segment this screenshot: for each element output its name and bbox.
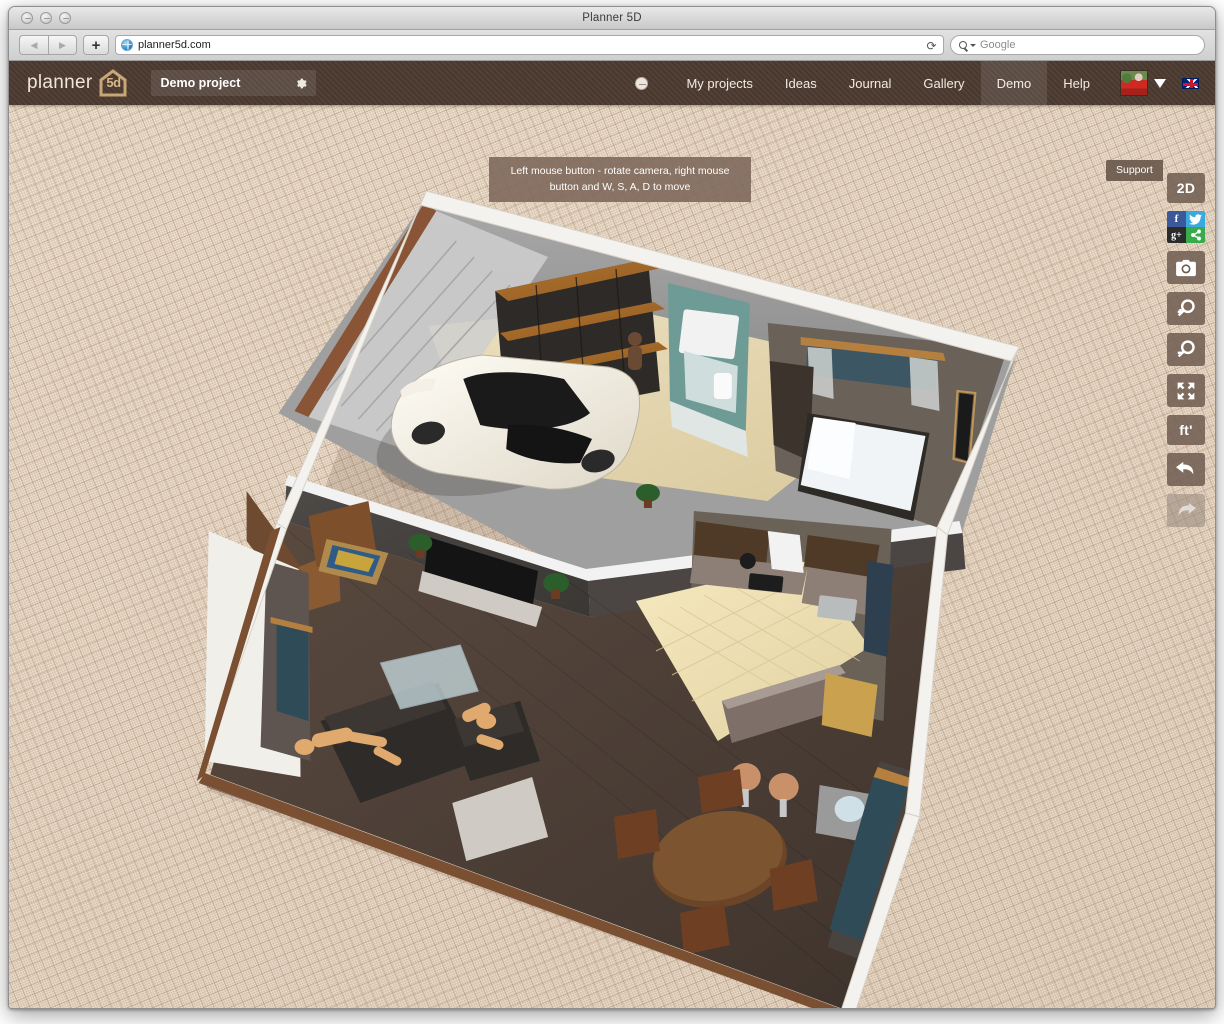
units-label: ft' xyxy=(1179,422,1193,438)
reload-icon[interactable]: ⟳ xyxy=(924,38,939,53)
window-controls xyxy=(21,12,71,24)
close-window-button[interactable] xyxy=(21,12,33,24)
account-bubble-icon[interactable] xyxy=(635,77,648,90)
dining-chair xyxy=(614,809,660,859)
nav-item-my-projects[interactable]: My projects xyxy=(670,61,768,105)
app-header: planner 5d Demo project My projects Idea… xyxy=(9,61,1215,105)
living-window xyxy=(277,621,309,721)
user-avatar[interactable] xyxy=(1120,70,1148,96)
fullscreen-button[interactable] xyxy=(1167,374,1205,407)
support-tab[interactable]: Support xyxy=(1106,160,1163,181)
sink xyxy=(817,595,857,621)
facebook-share-button[interactable]: f xyxy=(1167,211,1186,227)
search-placeholder: Google xyxy=(980,39,1015,51)
twitter-share-button[interactable] xyxy=(1186,211,1205,227)
logo-wordmark: planner xyxy=(27,72,92,94)
search-icon xyxy=(959,41,967,49)
planner5d-app: planner 5d Demo project My projects Idea… xyxy=(9,61,1215,1008)
url-text: planner5d.com xyxy=(138,39,211,51)
fullscreen-icon xyxy=(1176,381,1196,401)
zoom-in-button[interactable] xyxy=(1167,292,1205,325)
minimize-window-button[interactable] xyxy=(40,12,52,24)
units-button[interactable]: ft' xyxy=(1167,415,1205,445)
viewport-toolbar: 2D f g+ xyxy=(1167,173,1205,527)
toggle-2d-label: 2D xyxy=(1177,180,1196,196)
floorplan-render xyxy=(9,61,1215,1008)
floorplan-3d-viewport[interactable] xyxy=(9,61,1215,1008)
logo-badge-text: 5d xyxy=(106,75,120,90)
window-title: Planner 5D xyxy=(9,12,1215,24)
navigation-buttons: ◀ ▶ xyxy=(19,35,77,55)
back-arrow-icon[interactable]: ◀ xyxy=(19,35,48,55)
project-name-text: Demo project xyxy=(160,76,240,90)
site-favicon-icon xyxy=(121,39,133,51)
search-input[interactable]: Google xyxy=(950,35,1205,55)
logo-house-badge-icon: 5d xyxy=(97,68,129,98)
googleplus-share-button[interactable]: g+ xyxy=(1167,227,1186,243)
toggle-2d-button[interactable]: 2D xyxy=(1167,173,1205,203)
magnifier-plus-icon xyxy=(1175,298,1197,320)
browser-titlebar: Planner 5D xyxy=(9,7,1215,30)
gear-icon[interactable] xyxy=(294,77,307,90)
nav-item-journal[interactable]: Journal xyxy=(833,61,908,105)
zoom-out-button[interactable] xyxy=(1167,333,1205,366)
undo-arrow-icon xyxy=(1175,460,1197,480)
new-tab-button[interactable]: + xyxy=(83,35,109,55)
project-name-field[interactable]: Demo project xyxy=(151,70,316,96)
search-engine-chevron-icon[interactable] xyxy=(970,44,976,47)
zoom-window-button[interactable] xyxy=(59,12,71,24)
planner5d-logo[interactable]: planner 5d xyxy=(27,68,129,98)
main-navigation: My projects Ideas Journal Gallery Demo H… xyxy=(635,61,1215,105)
chevron-down-icon[interactable] xyxy=(1154,79,1166,88)
social-share-group: f g+ xyxy=(1167,211,1205,243)
nav-item-demo[interactable]: Demo xyxy=(981,61,1048,105)
nav-item-gallery[interactable]: Gallery xyxy=(907,61,980,105)
browser-toolbar: ◀ ▶ + planner5d.com ⟳ Google xyxy=(9,30,1215,61)
share-more-button[interactable] xyxy=(1186,227,1205,243)
redo-button[interactable] xyxy=(1167,494,1205,527)
range-hood xyxy=(768,531,804,573)
magnifier-minus-icon xyxy=(1175,339,1197,361)
camera-hint-tooltip: Left mouse button - rotate camera, right… xyxy=(489,157,751,202)
browser-window: Planner 5D ◀ ▶ + planner5d.com ⟳ Google xyxy=(8,6,1216,1009)
forward-arrow-icon[interactable]: ▶ xyxy=(48,35,77,55)
uk-flag-icon[interactable] xyxy=(1182,78,1199,89)
toilet xyxy=(714,373,732,399)
redo-arrow-icon xyxy=(1175,501,1197,521)
snapshot-button[interactable] xyxy=(1167,251,1205,284)
address-bar[interactable]: planner5d.com ⟳ xyxy=(115,35,944,55)
mannequin-figure-garage xyxy=(628,332,642,370)
camera-icon xyxy=(1175,259,1197,277)
undo-button[interactable] xyxy=(1167,453,1205,486)
nav-item-ideas[interactable]: Ideas xyxy=(769,61,833,105)
nav-item-help[interactable]: Help xyxy=(1047,61,1106,105)
